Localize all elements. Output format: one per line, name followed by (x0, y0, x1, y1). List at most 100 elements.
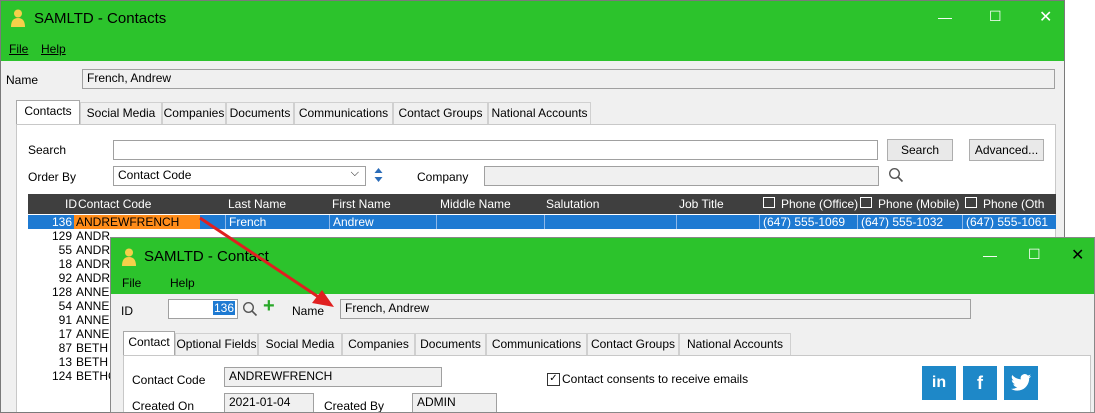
cell-contact-code: ANNE (76, 327, 110, 341)
close-icon[interactable]: ✕ (1071, 245, 1084, 265)
cell-id: 136 (28, 215, 74, 229)
table-row[interactable]: 136 ANDREWFRENCH French Andrew (647) 555… (28, 215, 1056, 229)
menu-file[interactable]: File (122, 276, 141, 290)
tab-communications[interactable]: Communications (486, 333, 587, 355)
company-label: Company (417, 170, 469, 184)
cell-id: 87 (58, 341, 72, 355)
name-label: Name (6, 73, 39, 87)
order-by-value: Contact Code (118, 168, 192, 182)
tab-documents[interactable]: Documents (415, 333, 486, 355)
cell-contact-code: ANNE (76, 313, 110, 327)
cell-id: 18 (58, 257, 72, 271)
tab-social-media[interactable]: Social Media (80, 102, 162, 124)
tab-contacts[interactable]: Contacts (16, 100, 80, 124)
cell-phone-mobile: (647) 555-1032 (857, 215, 962, 229)
cell-contact-code: BETH (76, 355, 109, 369)
cell-contact-code: ANNE (76, 285, 110, 299)
id-field[interactable]: 136 (168, 299, 238, 319)
tab-contact-groups[interactable]: Contact Groups (393, 102, 488, 124)
advanced-button[interactable]: Advanced... (969, 139, 1044, 161)
menu-bar: File Help (1, 37, 1064, 61)
name-field: French, Andrew (82, 69, 1055, 89)
contact-window: SAMLTD - Contact — ☐ ✕ File Help ID 136 … (110, 237, 1095, 413)
tab-national-accounts[interactable]: National Accounts (679, 333, 791, 355)
order-by-select[interactable]: Contact Code ⌵ (113, 166, 366, 186)
cell-contact-code: BETH (76, 341, 109, 355)
maximize-icon[interactable]: ☐ (1028, 246, 1041, 263)
column-contact-code[interactable]: Contact Code (78, 194, 151, 214)
column-phone-other[interactable]: Phone (Oth (983, 194, 1056, 214)
person-icon (11, 9, 25, 27)
id-label: ID (121, 304, 133, 318)
cell-phone-other: (647) 555-1061 (962, 215, 1056, 229)
company-field[interactable] (484, 166, 879, 186)
tab-national-accounts[interactable]: National Accounts (488, 102, 591, 124)
person-icon (122, 248, 136, 266)
maximize-icon[interactable]: ☐ (989, 8, 1002, 25)
cell-id: 124 (51, 369, 72, 383)
menu-file[interactable]: File (9, 42, 28, 56)
column-middle-name[interactable]: Middle Name (440, 194, 511, 214)
detail-tabs: Contact Optional Fields Social Media Com… (123, 331, 823, 355)
tab-contact-groups[interactable]: Contact Groups (587, 333, 679, 355)
main-tabs: Contacts Social Media Companies Document… (16, 100, 616, 124)
name-label: Name (292, 304, 325, 318)
column-salutation[interactable]: Salutation (546, 194, 599, 214)
menu-help[interactable]: Help (170, 276, 195, 290)
cell-phone-office: (647) 555-1069 (759, 215, 857, 229)
cell-id: 91 (58, 313, 72, 327)
facebook-icon[interactable]: f (963, 366, 997, 400)
cell-id: 128 (51, 285, 72, 299)
search-label: Search (28, 143, 67, 157)
column-phone-mobile[interactable]: Phone (Mobile) (878, 194, 959, 214)
cell-middle-name (436, 215, 545, 229)
cell-last-name: French (225, 215, 329, 229)
twitter-icon[interactable] (1004, 366, 1038, 400)
minimize-icon[interactable]: — (938, 9, 952, 25)
sort-arrows-icon[interactable] (374, 167, 383, 183)
column-first-name[interactable]: First Name (332, 194, 391, 214)
window-title: SAMLTD - Contacts (34, 10, 167, 27)
search-input[interactable] (113, 140, 878, 160)
cell-id: 92 (58, 271, 72, 285)
menu-help[interactable]: Help (41, 42, 66, 56)
phone-column-icon (965, 197, 977, 208)
close-icon[interactable]: ✕ (1039, 7, 1052, 27)
cell-contact-code: ANDR (76, 243, 111, 257)
cell-id: 54 (58, 299, 72, 313)
column-job-title[interactable]: Job Title (679, 194, 724, 214)
cell-salutation (544, 215, 677, 229)
order-by-label: Order By (28, 170, 77, 184)
search-button[interactable]: Search (887, 139, 953, 161)
column-id[interactable]: ID (65, 194, 77, 214)
cell-contact-code: ANDR (76, 271, 111, 285)
add-icon[interactable]: + (263, 295, 275, 318)
title-bar[interactable]: SAMLTD - Contact — ☐ ✕ (111, 238, 1094, 274)
created-by-label: Created By (324, 399, 385, 413)
tab-companies[interactable]: Companies (162, 102, 226, 124)
created-on-label: Created On (132, 399, 195, 413)
minimize-icon[interactable]: — (983, 247, 997, 263)
linkedin-icon[interactable]: in (922, 366, 956, 400)
id-value: 136 (212, 301, 235, 315)
search-icon[interactable] (888, 167, 904, 183)
tab-companies[interactable]: Companies (342, 333, 415, 355)
tab-optional-fields[interactable]: Optional Fields (175, 333, 258, 355)
tab-documents[interactable]: Documents (226, 102, 294, 124)
cell-job-title (676, 215, 760, 229)
column-last-name[interactable]: Last Name (228, 194, 286, 214)
title-bar[interactable]: SAMLTD - Contacts — ☐ ✕ (1, 1, 1064, 37)
tab-contact[interactable]: Contact (123, 331, 175, 355)
search-icon[interactable] (242, 301, 258, 317)
tab-communications[interactable]: Communications (294, 102, 393, 124)
cell-id: 13 (58, 355, 72, 369)
menu-bar: File Help (111, 274, 1094, 294)
twitter-bird (1010, 374, 1032, 391)
tab-social-media[interactable]: Social Media (258, 333, 342, 355)
column-phone-office[interactable]: Phone (Office) (781, 194, 858, 214)
consent-checkbox[interactable]: ✓ (547, 373, 560, 386)
cell-contact-code: ANDR (76, 229, 111, 243)
cell-first-name: Andrew (329, 215, 436, 229)
cell-contact-code: ANDR (76, 257, 111, 271)
window-title: SAMLTD - Contact (144, 248, 269, 265)
